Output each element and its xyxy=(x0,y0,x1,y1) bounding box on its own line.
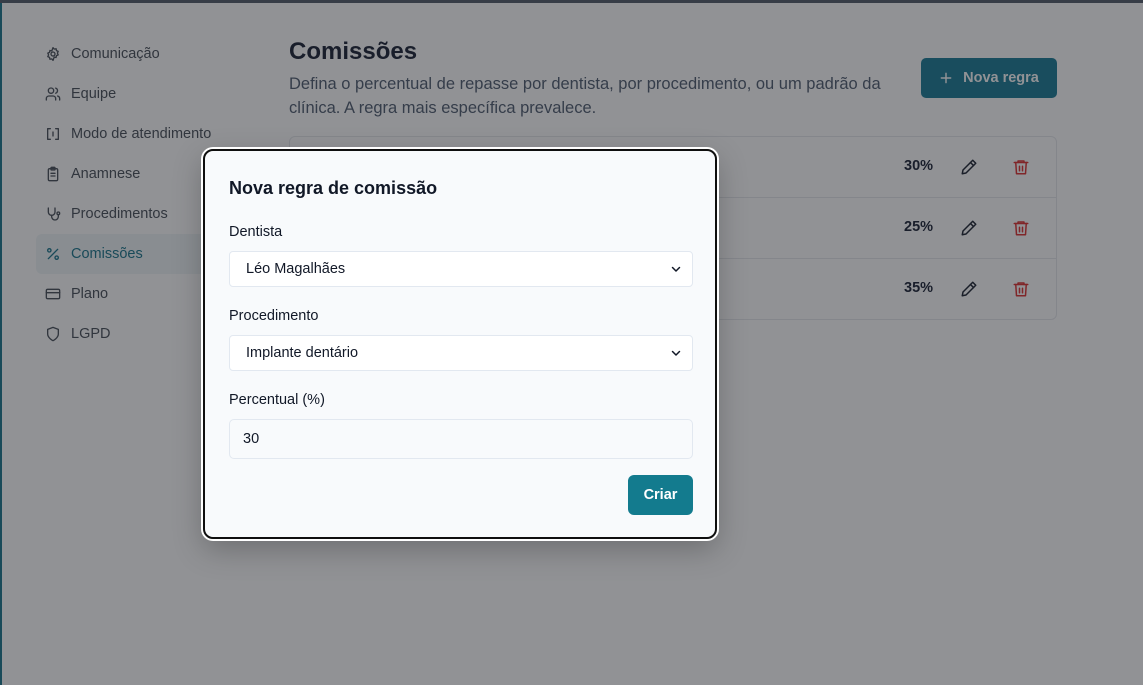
create-button[interactable]: Criar xyxy=(628,475,693,515)
new-commission-rule-dialog: Nova regra de comissão Dentista Léo Maga… xyxy=(203,149,717,539)
dialog-title: Nova regra de comissão xyxy=(229,178,438,198)
chevron-down-icon xyxy=(671,350,681,356)
dentist-select[interactable]: Léo Magalhães xyxy=(229,251,693,287)
dentist-label: Dentista xyxy=(229,224,283,240)
percent-input[interactable]: 30 xyxy=(229,419,693,459)
procedure-label: Procedimento xyxy=(229,308,319,324)
procedure-select[interactable]: Implante dentário xyxy=(229,335,693,371)
procedure-select-value: Implante dentário xyxy=(246,345,359,361)
dentist-select-value: Léo Magalhães xyxy=(246,261,346,277)
percent-input-value: 30 xyxy=(243,431,260,447)
chevron-down-icon xyxy=(671,266,681,272)
percent-label: Percentual (%) xyxy=(229,392,325,408)
